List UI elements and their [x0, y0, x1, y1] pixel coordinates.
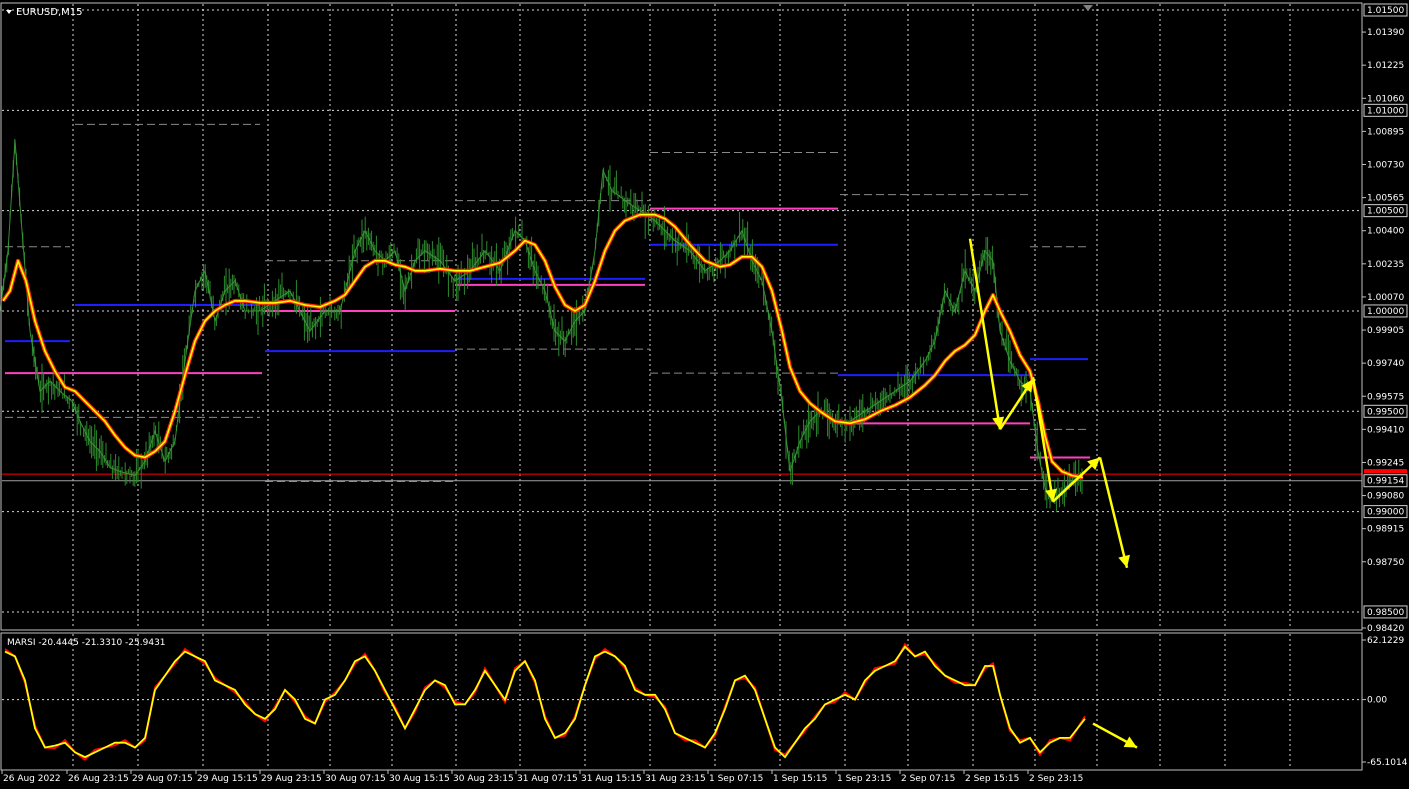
price-axis-label: 1.00730 [1367, 161, 1404, 171]
price-axis-label: 0.99575 [1367, 392, 1404, 402]
price-axis-label: 1.00235 [1367, 260, 1404, 270]
price-axis-label: 0.99740 [1367, 359, 1404, 369]
time-axis-label: 29 Aug 07:15 [132, 774, 193, 784]
chart-title: EURUSD,M15 [16, 7, 82, 18]
time-axis-label: 2 Sep 23:15 [1029, 774, 1083, 784]
chart-background [0, 0, 1409, 789]
price-axis-label: 0.99905 [1367, 326, 1404, 336]
rsi-label: MARSI -20.4445 -21.3310 -25.9431 [7, 638, 166, 648]
price-axis-label: 1.00565 [1367, 194, 1404, 204]
price-axis-label: 0.98750 [1367, 558, 1404, 568]
level-price-label: 1.00000 [1367, 307, 1404, 317]
level-price-label: 1.00500 [1367, 207, 1404, 217]
rsi-axis-label: 0.00 [1367, 696, 1387, 706]
level-price-label: 0.98500 [1367, 608, 1404, 618]
time-axis-label: 30 Aug 07:15 [325, 774, 386, 784]
price-axis-label: 0.98915 [1367, 525, 1404, 535]
time-axis-label: 29 Aug 23:15 [261, 774, 322, 784]
level-price-label: 0.99500 [1367, 407, 1404, 417]
level-price-label: 1.01500 [1367, 6, 1404, 16]
time-axis-label: 30 Aug 23:15 [453, 774, 514, 784]
time-axis-label: 26 Aug 2022 [3, 774, 61, 784]
red-level-axis-marker [1364, 469, 1407, 474]
time-axis-label: 29 Aug 15:15 [197, 774, 258, 784]
time-axis-label: 1 Sep 15:15 [773, 774, 827, 784]
time-axis-label: 31 Aug 15:15 [581, 774, 642, 784]
time-axis-label: 31 Aug 07:15 [517, 774, 578, 784]
time-axis-label: 31 Aug 23:15 [645, 774, 706, 784]
price-axis-label: 0.99245 [1367, 458, 1404, 468]
time-axis-label: 30 Aug 15:15 [389, 774, 450, 784]
price-axis-label: 0.99410 [1367, 425, 1404, 435]
level-price-label: 1.01000 [1367, 106, 1404, 116]
price-axis-label: 1.00895 [1367, 127, 1404, 137]
time-axis-label: 26 Aug 23:15 [68, 774, 129, 784]
time-axis-label: 1 Sep 07:15 [709, 774, 763, 784]
rsi-axis-label: -65.1014 [1367, 758, 1408, 768]
price-axis-label: 1.01390 [1367, 28, 1404, 38]
rsi-axis-label: 62.1229 [1367, 636, 1404, 646]
current-price-label: 0.99154 [1367, 477, 1404, 487]
price-axis-label: 0.98420 [1367, 624, 1404, 634]
price-axis-label: 1.01060 [1367, 94, 1404, 104]
time-axis-label: 2 Sep 15:15 [965, 774, 1019, 784]
level-price-label: 0.99000 [1367, 508, 1404, 518]
price-axis-label: 0.99080 [1367, 492, 1404, 502]
time-axis-label: 1 Sep 23:15 [837, 774, 891, 784]
price-axis-label: 1.00400 [1367, 227, 1404, 237]
price-axis-label: 1.00070 [1367, 293, 1404, 303]
time-axis-label: 2 Sep 07:15 [901, 774, 955, 784]
chart: 1.01390 1.01225 1.01060 1.00895 1.00730 1.005… [0, 0, 1409, 789]
price-axis-label: 1.01225 [1367, 61, 1404, 71]
